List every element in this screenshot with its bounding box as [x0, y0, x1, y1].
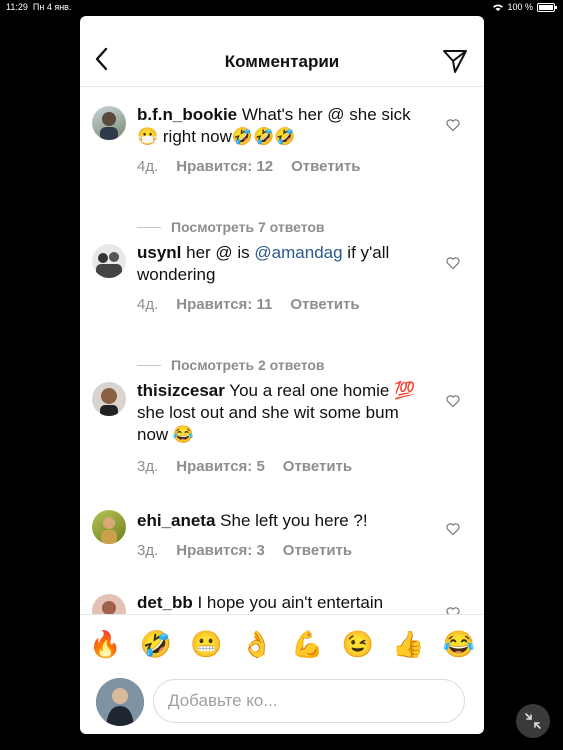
- comment-meta: 4д. Нравится: 12 Ответить: [137, 158, 360, 175]
- avatar: [96, 678, 144, 726]
- comment-body: I hope you ain't entertain: [192, 593, 384, 612]
- comment-body: She left you here ?!: [215, 511, 368, 530]
- avatar-image: [100, 112, 118, 140]
- heart-outline-icon[interactable]: [446, 522, 460, 536]
- emoji-fire-button[interactable]: 🔥: [89, 629, 121, 660]
- comment-username[interactable]: ehi_aneta: [137, 511, 215, 530]
- emoji-joy-button[interactable]: 😂: [443, 629, 475, 660]
- comment-age: 4д.: [137, 158, 159, 175]
- heart-outline-icon[interactable]: [446, 606, 460, 614]
- comment-age: 4д.: [137, 296, 159, 313]
- comment-likes[interactable]: Нравится: 12: [176, 158, 273, 175]
- heart-outline-icon[interactable]: [446, 394, 460, 408]
- avatar[interactable]: [92, 382, 126, 416]
- view-replies-button[interactable]: Посмотреть 2 ответов: [137, 357, 325, 373]
- status-bar: 11:29 Пн 4 янв. 100 %: [0, 0, 563, 14]
- comments-sheet: Комментарии b.f.n_bookie What's her @ sh…: [80, 16, 484, 734]
- heart-outline-icon[interactable]: [446, 118, 460, 132]
- emoji-ok-hand-button[interactable]: 👌: [241, 629, 273, 660]
- view-replies-button[interactable]: Посмотреть 7 ответов: [137, 219, 325, 235]
- heart-outline-icon[interactable]: [446, 256, 460, 270]
- comment-age: 3д.: [137, 458, 159, 475]
- comment-mention-link[interactable]: @amandag: [254, 243, 342, 262]
- emoji-rofl-button[interactable]: 🤣: [140, 629, 172, 660]
- comment-meta: 4д. Нравится: 11 Ответить: [137, 296, 360, 313]
- wifi-icon: [493, 4, 504, 11]
- page-title: Комментарии: [224, 52, 340, 71]
- status-date: Пн 4 янв.: [32, 2, 72, 12]
- collapse-arrows-icon: [525, 713, 541, 729]
- comment-age: 3д.: [137, 542, 159, 559]
- emoji-thumbs-up-button[interactable]: 👍: [392, 629, 424, 660]
- avatar-image: [102, 601, 116, 614]
- status-time: 11:29: [6, 2, 28, 12]
- view-replies-label: Посмотреть 7 ответов: [171, 219, 325, 235]
- comment-text: b.f.n_bookie What's her @ she sick 😷 rig…: [137, 104, 427, 148]
- avatar[interactable]: [92, 106, 126, 140]
- minimize-button[interactable]: [516, 704, 550, 738]
- comment-composer: [80, 672, 484, 734]
- comment-likes[interactable]: Нравится: 5: [176, 458, 265, 475]
- emoji-wink-button[interactable]: 😉: [342, 629, 374, 660]
- comment-text: ehi_aneta She left you here ?!: [137, 510, 427, 532]
- status-right: 100 %: [493, 0, 557, 14]
- comment-username[interactable]: b.f.n_bookie: [137, 105, 237, 124]
- emoji-flex-button[interactable]: 💪: [291, 629, 323, 660]
- avatar-image: [101, 517, 117, 544]
- comment-username[interactable]: thisizcesar: [137, 381, 225, 400]
- comment-likes[interactable]: Нравится: 11: [176, 296, 272, 313]
- avatar[interactable]: [92, 244, 126, 278]
- replies-divider: [137, 226, 161, 228]
- reply-button[interactable]: Ответить: [291, 158, 360, 175]
- comment-input[interactable]: [153, 679, 465, 723]
- comment-meta: 3д. Нравится: 3 Ответить: [137, 542, 352, 559]
- avatar-image: [96, 252, 122, 278]
- comment-text: thisizcesar You a real one homie 💯 she l…: [137, 380, 427, 446]
- status-time-date: 11:29 Пн 4 янв.: [6, 0, 71, 14]
- battery-icon: [537, 2, 557, 12]
- paper-plane-icon[interactable]: [442, 48, 468, 74]
- reply-button[interactable]: Ответить: [283, 542, 352, 559]
- emoji-grimace-button[interactable]: 😬: [190, 629, 222, 660]
- avatar[interactable]: [92, 594, 126, 614]
- comment-body-start: her @ is: [181, 243, 255, 262]
- view-replies-label: Посмотреть 2 ответов: [171, 357, 325, 373]
- comment-username[interactable]: det_bb: [137, 593, 193, 612]
- avatar-image: [100, 388, 118, 416]
- replies-divider: [137, 364, 161, 366]
- comment-text: usynl her @ is @amandag if y'all wonderi…: [137, 242, 427, 286]
- comment-meta: 3д. Нравится: 5 Ответить: [137, 458, 352, 475]
- reply-button[interactable]: Ответить: [290, 296, 359, 313]
- header: Комментарии: [80, 16, 484, 87]
- comment-username[interactable]: usynl: [137, 243, 181, 262]
- avatar-image: [96, 678, 144, 726]
- comment-text: det_bb I hope you ain't entertain: [137, 592, 427, 614]
- battery-percent: 100 %: [507, 2, 533, 12]
- emoji-quick-bar: 🔥 🤣 😬 👌 💪 😉 👍 😂: [80, 614, 484, 673]
- avatar[interactable]: [92, 510, 126, 544]
- comment-list: b.f.n_bookie What's her @ she sick 😷 rig…: [80, 86, 484, 614]
- reply-button[interactable]: Ответить: [283, 458, 352, 475]
- comment-likes[interactable]: Нравится: 3: [176, 542, 265, 559]
